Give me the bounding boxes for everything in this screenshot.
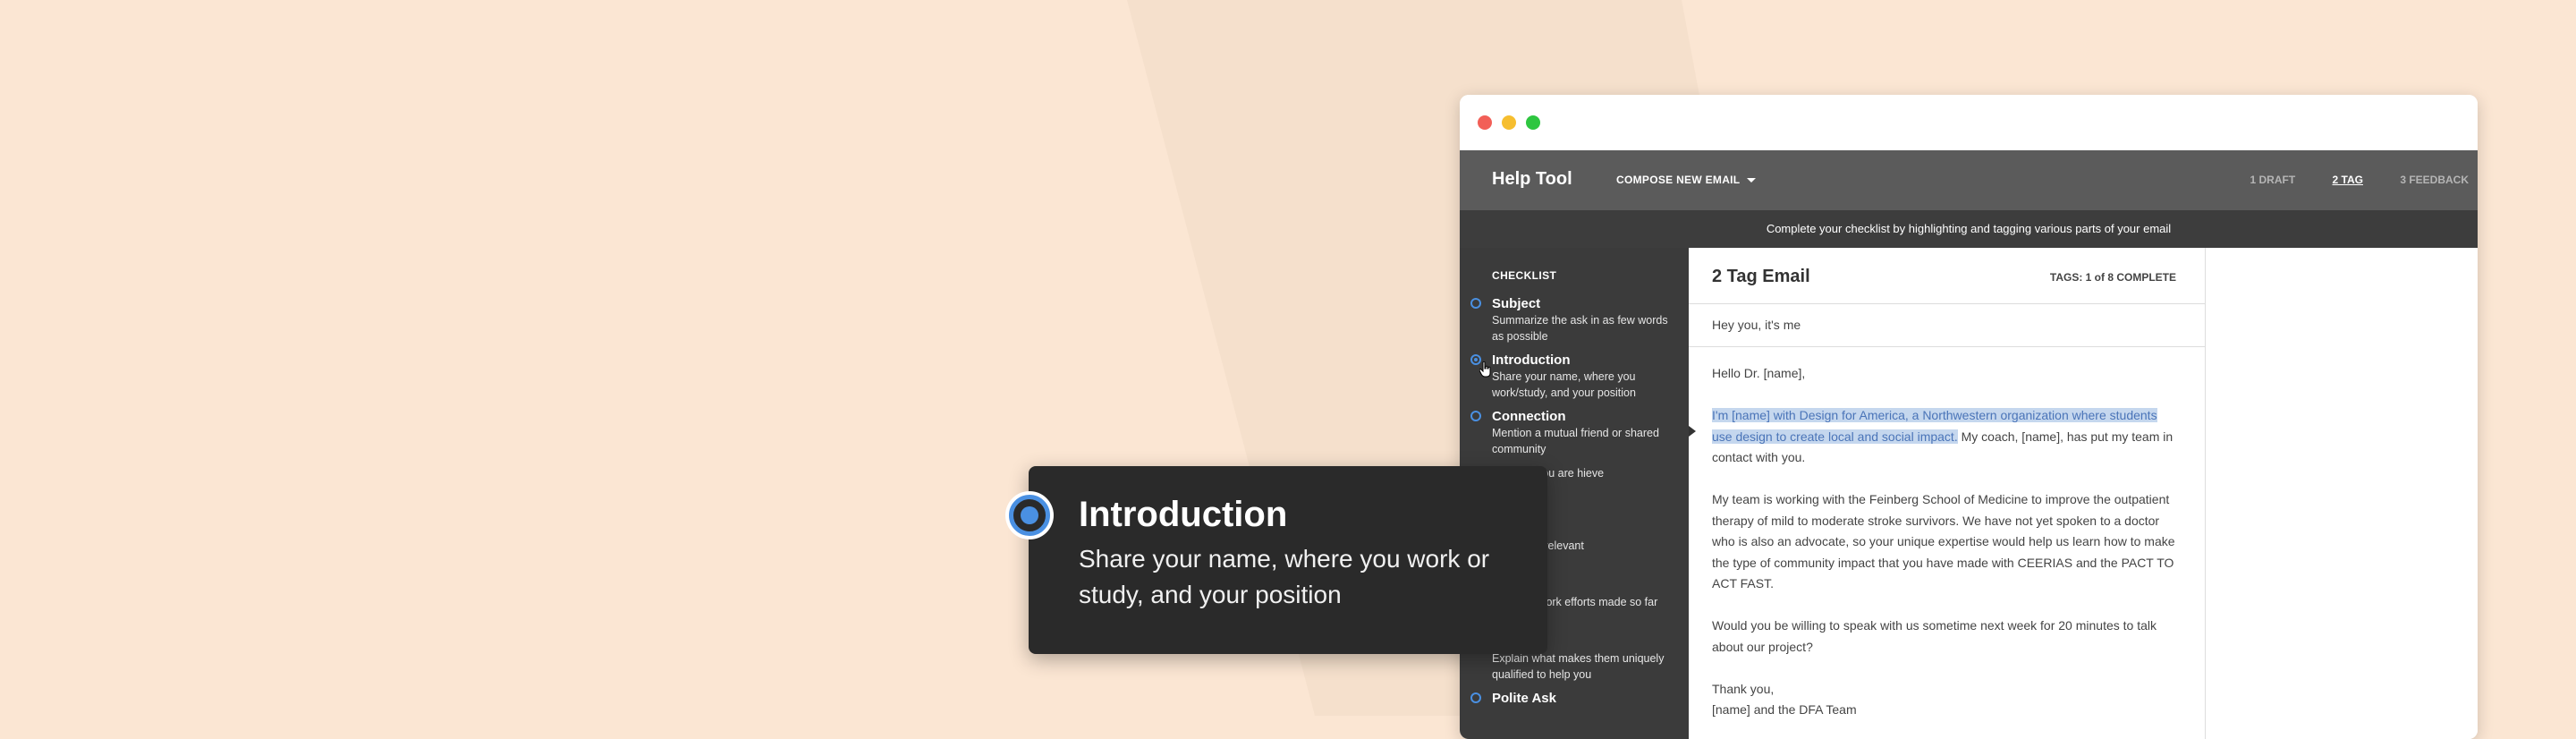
checklist-item-subject[interactable]: Subject Summarize the ask in as few word… <box>1470 296 1680 344</box>
radio-icon[interactable] <box>1470 298 1481 309</box>
chevron-down-icon <box>1747 178 1757 183</box>
feedback-pane <box>2206 248 2478 739</box>
tooltip-title: Introduction <box>1079 495 1288 534</box>
compose-label: COMPOSE NEW EMAIL <box>1616 174 1741 186</box>
checklist-item-desc: Explain what makes them uniquely qualifi… <box>1492 652 1665 681</box>
email-signature: [name] and the DFA Team <box>1712 702 1857 717</box>
email-header: 2 Tag Email TAGS: 1 of 8 COMPLETE <box>1689 248 2205 304</box>
window-titlebar <box>1460 95 2478 150</box>
maximize-window-button[interactable] <box>1526 115 1540 130</box>
radio-icon[interactable] <box>1470 692 1481 703</box>
tooltip-desc: Share your name, where you work or study… <box>1079 545 1490 608</box>
checklist-item-title: Polite Ask <box>1492 691 1556 706</box>
checklist-tooltip: Introduction Share your name, where you … <box>1005 466 1547 654</box>
email-subject[interactable]: Hey you, it's me <box>1689 304 2205 347</box>
app-window: Help Tool COMPOSE NEW EMAIL 1 DRAFT 2 TA… <box>1460 95 2478 739</box>
email-paragraph-3[interactable]: Would you be willing to speak with us so… <box>1712 616 2178 658</box>
step-draft[interactable]: 1 DRAFT <box>2250 174 2296 186</box>
email-body[interactable]: Hello Dr. [name], I'm [name] with Design… <box>1689 347 2205 721</box>
hand-cursor-icon <box>1479 361 1491 378</box>
email-paragraph-1[interactable]: I'm [name] with Design for America, a No… <box>1712 405 2178 469</box>
checklist-item-desc: Mention a mutual friend or shared commun… <box>1492 427 1659 455</box>
step-tag[interactable]: 2 TAG <box>2333 174 2363 186</box>
radio-core <box>1021 506 1038 524</box>
checklist-title: CHECKLIST <box>1492 269 1557 282</box>
checklist-item-polite-ask[interactable]: Polite Ask <box>1470 691 1680 707</box>
step-feedback[interactable]: 3 FEEDBACK <box>2400 174 2469 186</box>
email-paragraph-2[interactable]: My team is working with the Feinberg Sch… <box>1712 489 2178 595</box>
email-greeting: Hello Dr. [name], <box>1712 366 1806 380</box>
radio-selected-icon <box>1005 491 1054 539</box>
checklist-item-title: Subject <box>1492 296 1541 311</box>
selection-marker-icon <box>1689 426 1696 437</box>
email-title: 2 Tag Email <box>1712 267 1810 286</box>
tags-progress: TAGS: 1 of 8 COMPLETE <box>2049 271 2176 284</box>
compose-menu[interactable]: COMPOSE NEW EMAIL <box>1616 174 1757 186</box>
top-nav: Help Tool COMPOSE NEW EMAIL 1 DRAFT 2 TA… <box>1460 150 2478 210</box>
minimize-window-button[interactable] <box>1502 115 1516 130</box>
instruction-bar: Complete your checklist by highlighting … <box>1460 210 2478 248</box>
checklist-item-title: Introduction <box>1492 353 1571 368</box>
close-window-button[interactable] <box>1478 115 1492 130</box>
email-panel: 2 Tag Email TAGS: 1 of 8 COMPLETE Hey yo… <box>1689 248 2206 739</box>
email-signoff: Thank you, <box>1712 681 1775 696</box>
checklist-item-title: Connection <box>1492 409 1566 424</box>
checklist-item-desc: Share your name, where you work/study, a… <box>1492 370 1636 399</box>
checklist-item-introduction[interactable]: Introduction Share your name, where you … <box>1470 353 1680 401</box>
checklist-item-connection[interactable]: Connection Mention a mutual friend or sh… <box>1470 409 1680 457</box>
main-area: CHECKLIST Subject Summarize the ask in a… <box>1460 248 2478 739</box>
app-title: Help Tool <box>1492 169 1572 189</box>
radio-icon[interactable] <box>1470 411 1481 421</box>
step-nav: 1 DRAFT 2 TAG 3 FEEDBACK <box>2216 174 2470 186</box>
checklist-item-desc: Summarize the ask in as few words as pos… <box>1492 314 1668 343</box>
